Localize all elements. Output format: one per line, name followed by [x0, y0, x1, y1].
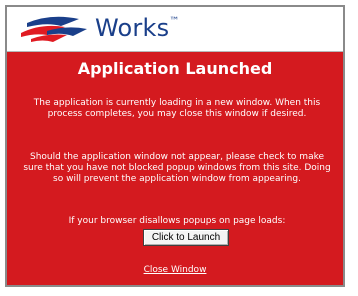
loading-message: The application is currently loading in …	[33, 98, 321, 119]
close-window-link[interactable]: Close Window	[7, 265, 343, 275]
launch-dialog-panel: Works™ Application Launched The applicat…	[5, 5, 345, 287]
brand-name: Works	[95, 14, 170, 42]
brand-logo-text: Works™	[95, 14, 179, 42]
dialog-title: Application Launched	[77, 59, 273, 78]
popup-blocked-message: Should the application window not appear…	[23, 152, 331, 184]
logo-header: Works™	[7, 7, 343, 52]
trademark-symbol: ™	[169, 16, 180, 27]
click-to-launch-button[interactable]: Click to Launch	[143, 229, 229, 246]
bank-flag-logo-icon	[21, 16, 87, 42]
popup-disallowed-message: If your browser disallows popups on page…	[68, 216, 286, 226]
